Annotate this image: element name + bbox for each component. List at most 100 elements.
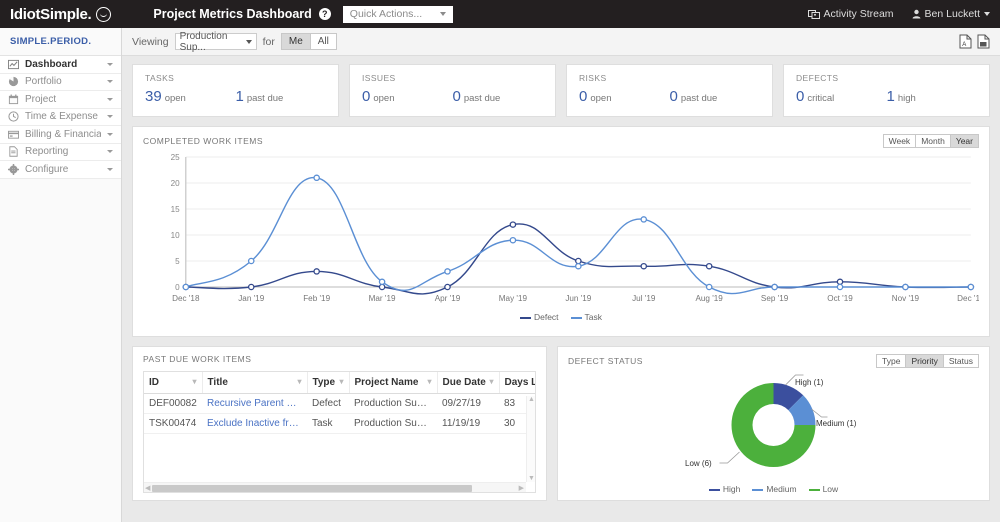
column-header-title[interactable]: Title ▾ [202, 372, 308, 394]
panel-title: COMPLETED WORK ITEMS [143, 136, 264, 146]
app-logo[interactable]: IdiotSimple. [10, 6, 112, 23]
kpi-metric: 1 high [887, 88, 978, 105]
legend-item-task[interactable]: Task [570, 312, 602, 322]
sidebar-header: SIMPLE.PERIOD. [0, 28, 121, 56]
viewing-label: Viewing [132, 35, 169, 48]
kpi-value: 0 [452, 88, 461, 105]
svg-text:Apr '19: Apr '19 [435, 294, 461, 303]
document-icon [9, 146, 18, 157]
svg-text:Jun '19: Jun '19 [565, 294, 592, 303]
sidebar-item-dashboard[interactable]: Dashboard [0, 56, 121, 74]
filter-icon[interactable]: ▾ [427, 377, 431, 386]
pie-chart-icon [8, 77, 19, 87]
column-header-project-name[interactable]: Project Name ▾ [349, 372, 438, 394]
group-option-type[interactable]: Type [877, 355, 907, 367]
range-option-week[interactable]: Week [883, 135, 917, 147]
sidebar-item-label: Time & Expense [25, 111, 98, 123]
scope-option-all[interactable]: All [310, 34, 336, 49]
range-option-year[interactable]: Year [950, 135, 978, 147]
legend-item-high[interactable]: High [708, 484, 740, 494]
kpi-metric: 0 open [579, 88, 670, 105]
activity-stream-icon [807, 9, 820, 19]
table-header-row: ID ▾ Title ▾ Type ▾ Project Name ▾ Due Date ▾… [144, 372, 535, 394]
scroll-down-icon[interactable]: ▼ [528, 475, 535, 482]
chevron-down-icon[interactable] [107, 62, 113, 66]
activity-stream-button[interactable]: Activity Stream [807, 8, 894, 20]
page-title: Project Metrics Dashboard [153, 7, 312, 21]
sidebar-item-portfolio[interactable]: Portfolio [0, 73, 121, 91]
legend-swatch-medium [752, 488, 764, 491]
project-select[interactable]: Production Sup... [174, 31, 257, 53]
cell-project: Production Support... [349, 393, 437, 414]
table-row[interactable]: DEF00082 Recursive Parent Requirem... De… [144, 393, 535, 414]
group-option-status[interactable]: Status [943, 355, 978, 367]
legend-label-low: Low [822, 484, 839, 494]
cell-title[interactable]: Recursive Parent Requirem... [202, 393, 307, 414]
kpi-card-issues: ISSUES 0 open 0 past due [349, 64, 556, 117]
cell-project: Production Support... [349, 413, 437, 434]
sidebar-item-time-expense[interactable]: Time & Expense [0, 108, 121, 126]
filter-icon[interactable]: ▾ [339, 377, 343, 386]
smiley-circle-icon [96, 6, 112, 22]
chevron-down-icon[interactable] [107, 97, 113, 101]
sidebar-item-project[interactable]: Project [0, 91, 121, 109]
legend-item-medium[interactable]: Medium [752, 484, 797, 494]
legend-item-defect[interactable]: Defect [519, 312, 559, 322]
clock-icon [8, 111, 19, 122]
svg-text:Dec '19: Dec '19 [957, 294, 979, 303]
svg-text:Dec '18: Dec '18 [172, 294, 200, 303]
horizontal-scroll-thumb[interactable] [152, 484, 472, 492]
legend-label-defect: Defect [533, 312, 559, 322]
column-header-id[interactable]: ID ▾ [144, 372, 203, 394]
kpi-metric: 0 open [362, 88, 453, 105]
kpi-metric: 0 past due [670, 88, 761, 105]
chevron-down-icon[interactable] [107, 115, 113, 119]
sidebar-item-configure[interactable]: Configure [0, 161, 121, 179]
svg-text:May '19: May '19 [499, 294, 528, 303]
table-vertical-scrollbar[interactable]: ▲ ▼ [526, 396, 535, 482]
cell-title[interactable]: Exclude Inactive from Requi... [202, 413, 307, 434]
kpi-value: 1 [886, 88, 895, 105]
chevron-down-icon[interactable] [107, 80, 113, 84]
kpi-metric: 39 open [145, 88, 236, 105]
legend-item-low[interactable]: Low [808, 484, 839, 494]
sidebar-item-reporting[interactable]: Reporting [0, 143, 121, 161]
legend-swatch-defect [519, 316, 531, 319]
scroll-up-icon[interactable]: ▲ [528, 396, 535, 403]
kpi-value: 1 [235, 88, 244, 105]
chevron-down-icon[interactable] [107, 167, 113, 171]
filter-icon[interactable]: ▾ [489, 377, 493, 386]
export-image-icon[interactable] [977, 34, 990, 49]
kpi-label: open [590, 93, 612, 104]
scope-option-me[interactable]: Me [281, 34, 311, 49]
column-header-days-late[interactable]: Days La [499, 372, 535, 394]
export-pdf-icon[interactable]: A [959, 34, 972, 49]
range-option-month[interactable]: Month [916, 135, 951, 147]
user-menu[interactable]: Ben Luckett [912, 8, 990, 20]
column-header-type[interactable]: Type ▾ [307, 372, 350, 394]
quick-actions-dropdown[interactable]: Quick Actions... [342, 5, 453, 23]
chevron-down-icon [439, 12, 446, 16]
sidebar-item-billing-financials[interactable]: Billing & Financials [0, 126, 121, 144]
svg-text:Mar '19: Mar '19 [369, 294, 396, 303]
kpi-label: past due [246, 93, 284, 104]
donut-chart-svg [719, 374, 828, 467]
svg-text:Jan '19: Jan '19 [238, 294, 265, 303]
legend-swatch-low [808, 488, 820, 491]
filter-icon[interactable]: ▾ [297, 377, 301, 386]
column-header-due-date[interactable]: Due Date ▾ [437, 372, 500, 394]
chart-line-icon [8, 59, 19, 69]
table-row[interactable]: TSK00474 Exclude Inactive from Requi... … [144, 413, 535, 434]
help-icon[interactable]: ? [318, 8, 331, 20]
scroll-right-icon[interactable]: ▶ [519, 484, 524, 492]
svg-text:Nov '19: Nov '19 [892, 294, 920, 303]
svg-text:Aug '19: Aug '19 [695, 294, 723, 303]
chevron-down-icon[interactable] [107, 150, 113, 154]
group-option-priority[interactable]: Priority [906, 355, 944, 367]
table-horizontal-scrollbar[interactable]: ◀ ▶ [144, 482, 526, 492]
filter-icon[interactable]: ▾ [192, 377, 196, 386]
kpi-label: critical [807, 93, 835, 104]
column-label: Title [207, 377, 228, 388]
scroll-left-icon[interactable]: ◀ [145, 484, 150, 492]
chevron-down-icon[interactable] [107, 132, 113, 136]
